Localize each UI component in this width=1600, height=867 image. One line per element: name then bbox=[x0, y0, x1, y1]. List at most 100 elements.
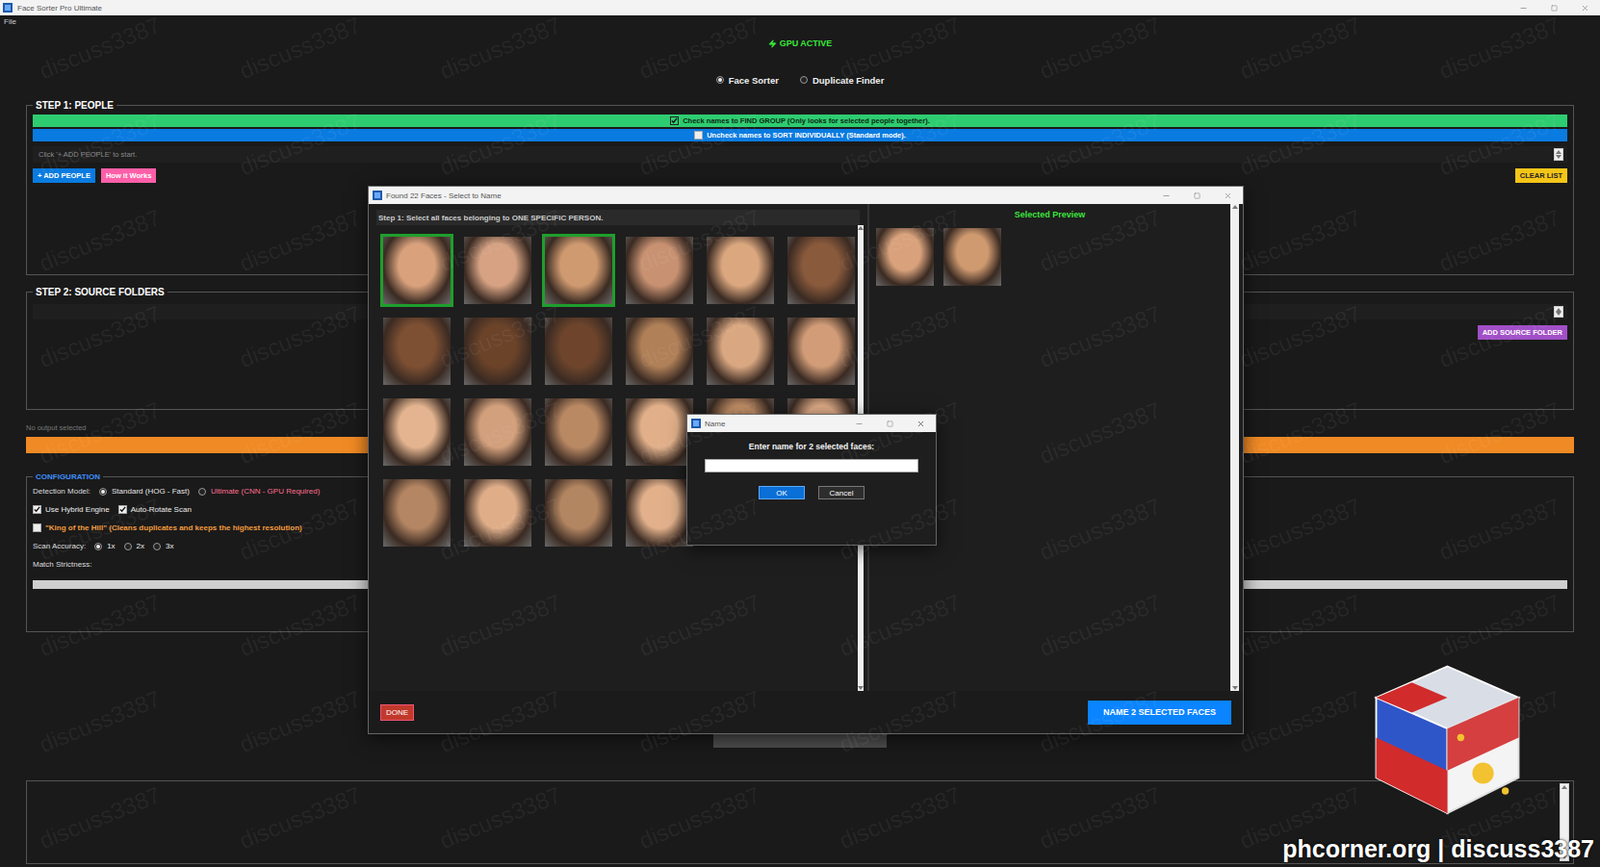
scroll-down-icon[interactable] bbox=[1555, 154, 1562, 159]
engine-checkbox[interactable]: Auto-Rotate Scan bbox=[118, 505, 192, 515]
face-photo[interactable] bbox=[461, 314, 535, 388]
radio-option[interactable]: Standard (HOG - Fast) bbox=[99, 487, 190, 496]
people-list[interactable]: Click '+ ADD PEOPLE' to start. bbox=[32, 146, 1568, 163]
scroll-down-icon[interactable] bbox=[1555, 311, 1562, 316]
menu-item[interactable]: File bbox=[3, 17, 17, 26]
check-icon bbox=[33, 506, 41, 514]
app-icon bbox=[691, 418, 701, 429]
face-photo[interactable] bbox=[380, 476, 454, 550]
dialog-title: Name bbox=[704, 419, 840, 429]
scroll-up-icon[interactable] bbox=[1561, 785, 1568, 790]
close-icon bbox=[1580, 3, 1590, 13]
window-controls bbox=[1507, 0, 1600, 16]
face-photo[interactable] bbox=[461, 233, 535, 308]
checkbox[interactable] bbox=[694, 130, 703, 140]
face-photo[interactable] bbox=[541, 476, 616, 550]
maximize-button[interactable] bbox=[874, 414, 905, 433]
face-photo[interactable] bbox=[380, 395, 454, 469]
face-photo[interactable] bbox=[622, 395, 697, 469]
scroll-down-icon[interactable] bbox=[857, 686, 864, 691]
face-photo[interactable] bbox=[461, 395, 535, 469]
watermark-text: discuss3387 bbox=[1389, 255, 1600, 420]
maximize-button[interactable] bbox=[1181, 186, 1213, 205]
radio-option[interactable]: 3x bbox=[153, 541, 174, 551]
window-title: Face Sorter Pro Ultimate bbox=[17, 3, 1503, 13]
individual-mode-bar[interactable]: Uncheck names to SORT INDIVIDUALLY (Stan… bbox=[32, 129, 1568, 142]
watermark-text: discuss3387 bbox=[589, 0, 811, 130]
radio-dot[interactable] bbox=[153, 542, 161, 551]
face-photo[interactable] bbox=[703, 233, 777, 308]
minimize-icon bbox=[854, 419, 864, 429]
brand-text: phcorner.org | discuss3387 bbox=[1282, 835, 1595, 864]
dialog-title: Found 22 Faces - Select to Name bbox=[386, 191, 1147, 201]
maximize-button[interactable] bbox=[1538, 0, 1570, 16]
name-selected-button[interactable]: NAME 2 SELECTED FACES bbox=[1087, 700, 1232, 725]
radio-dot[interactable] bbox=[99, 488, 107, 496]
face-photo[interactable] bbox=[461, 476, 535, 550]
close-button[interactable] bbox=[1569, 0, 1600, 16]
radio-dot[interactable] bbox=[716, 76, 724, 84]
group-mode-bar[interactable]: Check names to FIND GROUP (Only looks fo… bbox=[32, 114, 1568, 128]
preview-scrollbar[interactable] bbox=[1230, 204, 1239, 692]
preview-photo bbox=[873, 225, 937, 289]
minimize-button[interactable] bbox=[843, 414, 875, 433]
watermark-text: discuss3387 bbox=[0, 543, 211, 709]
minimize-icon bbox=[1519, 3, 1528, 13]
face-photo[interactable] bbox=[703, 314, 777, 388]
radio-option[interactable]: Duplicate Finder bbox=[800, 75, 884, 86]
face-photo[interactable] bbox=[622, 233, 697, 308]
face-photo[interactable] bbox=[784, 314, 858, 388]
radio-dot[interactable] bbox=[124, 542, 132, 551]
people-scrollbar[interactable] bbox=[1553, 148, 1564, 161]
scroll-up-icon[interactable] bbox=[1555, 150, 1562, 155]
checkbox[interactable] bbox=[32, 505, 42, 515]
radio-option[interactable]: Face Sorter bbox=[716, 75, 779, 86]
scroll-down-icon[interactable] bbox=[1232, 686, 1239, 691]
cube-logo-icon bbox=[1358, 648, 1537, 827]
add-source-folder-button[interactable]: ADD SOURCE FOLDER bbox=[1477, 325, 1568, 340]
face-photo[interactable] bbox=[541, 233, 616, 308]
dialog-controls bbox=[843, 414, 936, 433]
face-photo[interactable] bbox=[380, 233, 454, 308]
dialog-title-bar: Name bbox=[687, 414, 936, 433]
radio-dot[interactable] bbox=[198, 488, 207, 496]
clear-list-button[interactable]: CLEAR LIST bbox=[1515, 168, 1568, 183]
close-button[interactable] bbox=[1212, 186, 1243, 205]
radio-option[interactable]: 2x bbox=[124, 541, 145, 551]
name-input[interactable] bbox=[704, 459, 919, 473]
radio-option[interactable]: Ultimate (CNN - GPU Required) bbox=[198, 487, 320, 496]
watermark-text: discuss3387 bbox=[1389, 351, 1600, 517]
engine-checkbox[interactable]: Use Hybrid Engine bbox=[32, 505, 110, 515]
face-photo[interactable] bbox=[784, 233, 858, 308]
preview-title: Selected Preview bbox=[873, 209, 1227, 220]
add-people-button[interactable]: + ADD PEOPLE bbox=[32, 168, 96, 183]
folders-scrollbar[interactable] bbox=[1553, 306, 1564, 318]
checkbox[interactable] bbox=[670, 116, 679, 126]
face-photo[interactable] bbox=[622, 314, 697, 388]
radio-option[interactable]: 1x bbox=[94, 541, 115, 551]
checkbox[interactable] bbox=[118, 505, 128, 515]
watermark-text: discuss3387 bbox=[1389, 62, 1600, 228]
close-icon bbox=[916, 419, 926, 429]
scroll-up-icon[interactable] bbox=[857, 226, 864, 231]
checkbox[interactable] bbox=[32, 523, 42, 533]
cancel-button[interactable]: Cancel bbox=[818, 486, 865, 500]
watermark-text: discuss3387 bbox=[0, 736, 211, 867]
face-photo[interactable] bbox=[380, 314, 454, 388]
scroll-up-icon[interactable] bbox=[1232, 205, 1239, 209]
done-button[interactable]: DONE bbox=[380, 704, 414, 722]
minimize-button[interactable] bbox=[1150, 186, 1182, 205]
close-button[interactable] bbox=[904, 414, 936, 433]
name-dialog: NameEnter name for 2 selected faces:OKCa… bbox=[686, 413, 937, 546]
dialog-title-bar: Found 22 Faces - Select to Name bbox=[368, 186, 1243, 205]
how-it-works-button[interactable]: How it Works bbox=[101, 168, 156, 183]
face-photo[interactable] bbox=[622, 476, 697, 550]
face-photo[interactable] bbox=[541, 314, 616, 388]
radio-dot[interactable] bbox=[94, 542, 103, 551]
radio-dot[interactable] bbox=[800, 76, 808, 84]
watermark-text: discuss3387 bbox=[1389, 158, 1600, 324]
minimize-button[interactable] bbox=[1507, 0, 1539, 16]
face-photo[interactable] bbox=[541, 395, 616, 469]
king-of-hill-checkbox[interactable]: "King of the Hill" (Cleans duplicates an… bbox=[32, 523, 303, 533]
ok-button[interactable]: OK bbox=[758, 486, 805, 500]
